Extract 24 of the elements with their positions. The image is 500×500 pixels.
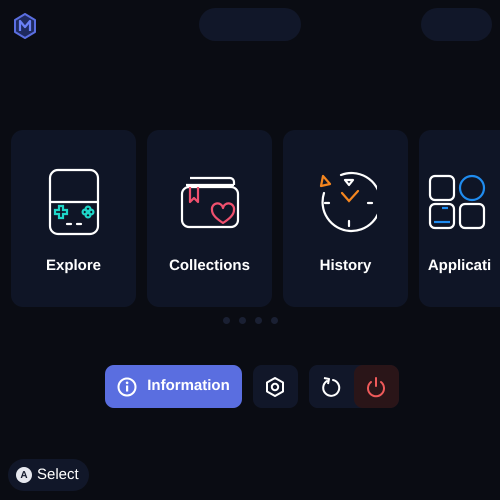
restart-icon: [320, 376, 342, 398]
info-icon: [117, 376, 138, 396]
power-icon: [366, 376, 386, 398]
information-button[interactable]: Information: [105, 365, 242, 408]
settings-button[interactable]: [252, 365, 298, 408]
page-dot[interactable]: [238, 317, 246, 324]
page-dot[interactable]: [270, 317, 278, 324]
card-label: Explore: [46, 256, 102, 276]
logo-icon: [13, 13, 37, 39]
power-button[interactable]: [354, 365, 399, 408]
page-dot[interactable]: [254, 317, 262, 324]
settings-icon: [265, 376, 286, 398]
page-dot[interactable]: [222, 317, 230, 324]
card-label: History: [320, 256, 372, 276]
controller-button-glyph: A: [16, 467, 32, 483]
menu-card[interactable]: Explore: [11, 130, 136, 307]
hint-label: Select: [37, 464, 79, 485]
card-label: Applicati: [428, 256, 492, 276]
menu-card[interactable]: Collections: [147, 130, 272, 307]
card-label: Collections: [169, 256, 250, 276]
menu-card[interactable]: Applicati: [419, 130, 500, 307]
handheld-icon: [48, 168, 100, 236]
menu-card[interactable]: History: [283, 130, 408, 307]
collection-icon: [180, 175, 240, 229]
